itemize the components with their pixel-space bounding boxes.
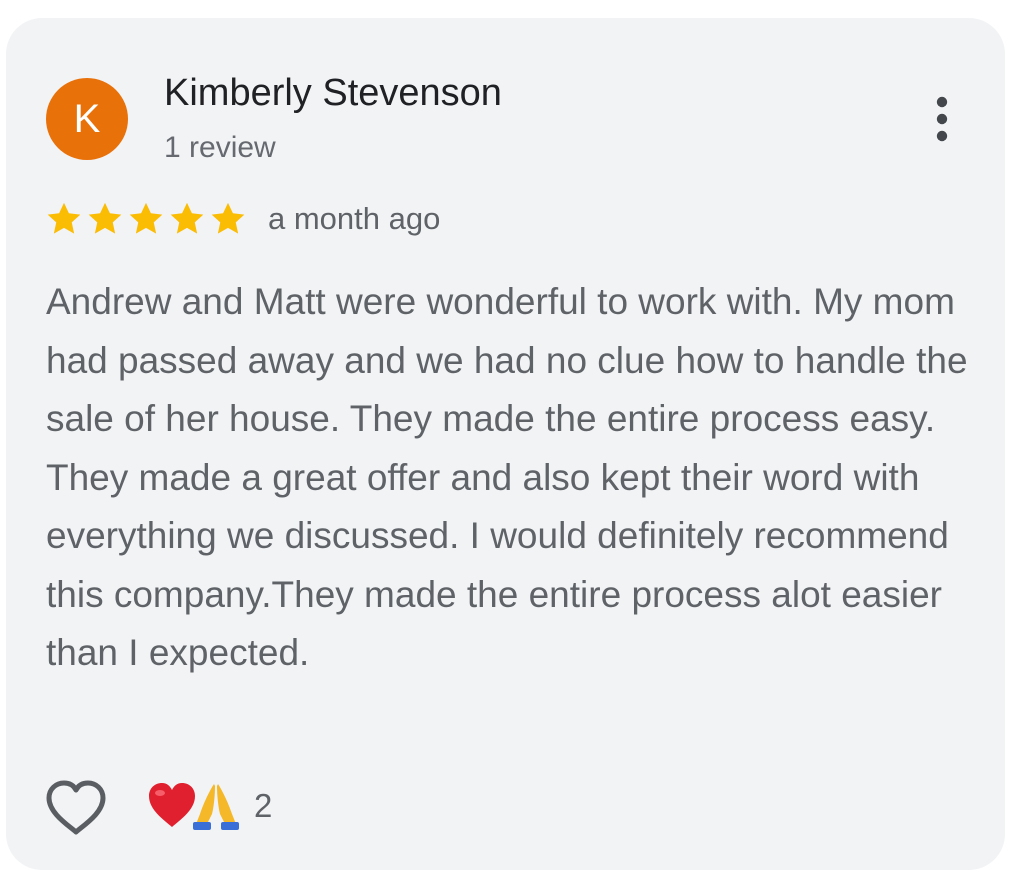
- avatar-initial: K: [73, 96, 101, 141]
- folded-hands-icon: [193, 784, 239, 830]
- avatar[interactable]: K: [46, 78, 128, 160]
- reviewer-name[interactable]: Kimberly Stevenson: [164, 72, 502, 115]
- star-rating: [44, 200, 248, 238]
- review-text: Andrew and Matt were wonderful to work w…: [46, 281, 968, 673]
- reactions[interactable]: 2: [146, 780, 272, 832]
- review-card: K Kimberly Stevenson 1 review a month ag…: [6, 18, 1005, 870]
- star-icon: [129, 202, 163, 234]
- star-icon: [88, 202, 122, 234]
- review-time: a month ago: [268, 201, 441, 236]
- star-icon: [211, 202, 245, 234]
- reviewer-review-count: 1 review: [164, 131, 276, 164]
- star-icon: [47, 202, 81, 234]
- reaction-count: 2: [254, 787, 273, 824]
- star-icon: [170, 202, 204, 234]
- more-vertical-icon[interactable]: [918, 92, 966, 148]
- heart-outline-icon[interactable]: [44, 778, 108, 838]
